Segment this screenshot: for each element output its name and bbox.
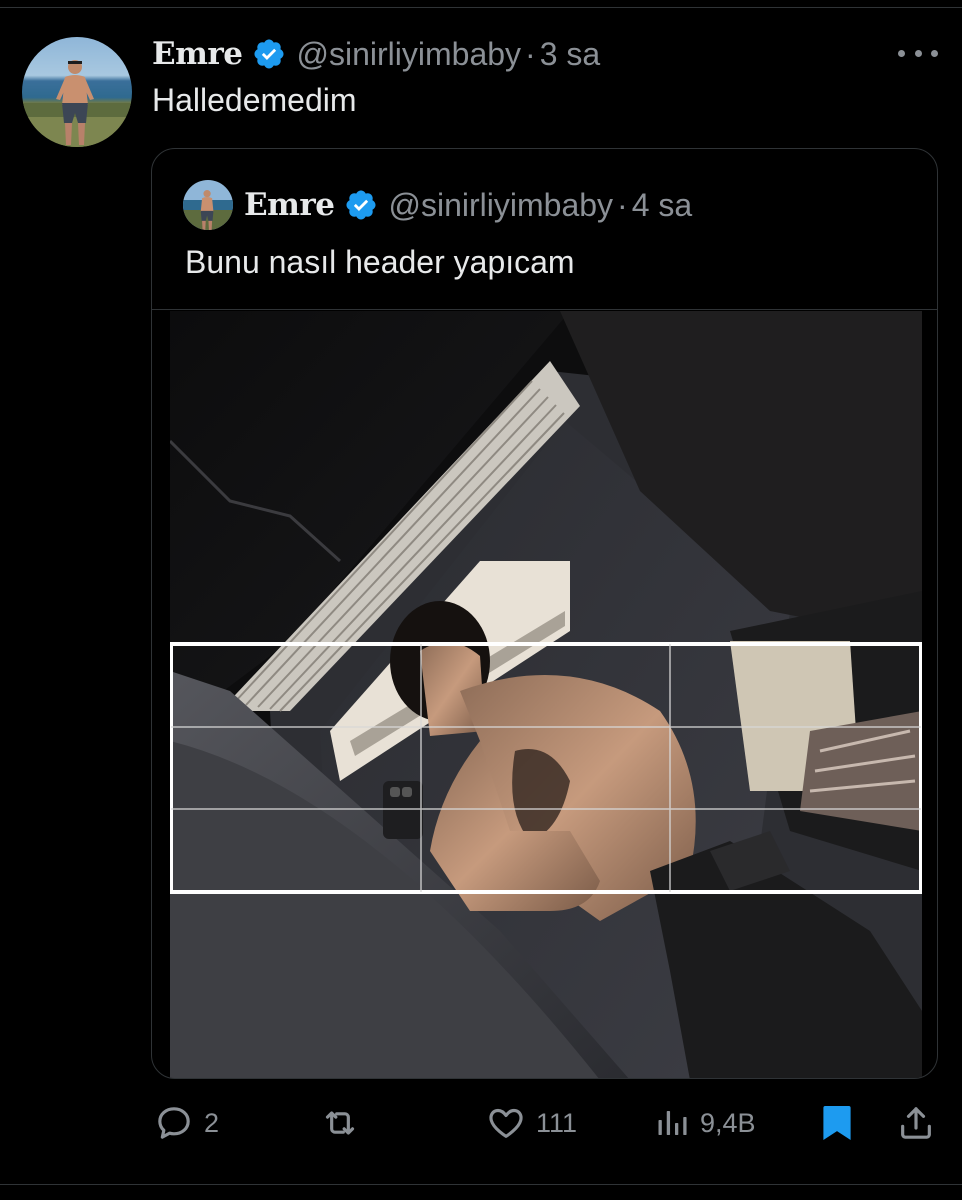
quoted-author-avatar [183,180,233,230]
reply-button[interactable]: 2 [154,1095,219,1151]
retweet-button[interactable] [318,1095,362,1151]
author-handle[interactable]: @sinirliyimbaby [297,36,522,73]
more-icon [898,49,905,57]
like-count: 111 [536,1107,578,1138]
bookmark-icon [823,1106,851,1140]
quoted-tweet-card[interactable]: Emre @sinirliyimbaby · 4 sa Bunu nasıl h… [151,148,938,1079]
separator-dot: · [617,186,628,223]
share-button[interactable] [896,1095,936,1151]
retweet-icon [325,1111,355,1135]
bottom-divider [0,1184,962,1185]
quoted-avatar-photo [183,180,233,230]
like-button[interactable]: 111 [486,1095,577,1151]
more-icon-dot [931,49,938,57]
verified-badge-icon [344,188,378,222]
tweet-timestamp[interactable]: 3 sa [540,36,600,73]
media-divider [152,309,937,310]
quoted-tweet-media[interactable] [170,311,922,1078]
tweet-text: Halledemedim [152,82,357,118]
author-avatar[interactable] [22,37,132,147]
quoted-tweet-text: Bunu nasıl header yapıcam [185,244,575,280]
heart-icon [489,1108,523,1138]
more-options-button[interactable] [898,38,938,68]
verified-badge-icon [252,37,286,71]
tweet-action-bar: 2 111 9,4B [0,1095,962,1151]
tweet-header: Emre @sinirliyimbaby · 3 sa [152,30,600,78]
quoted-tweet-timestamp: 4 sa [631,186,693,223]
author-name[interactable]: Emre [152,36,243,72]
share-icon [901,1107,931,1139]
views-count: 9,4B [700,1107,756,1138]
bookmark-button[interactable] [820,1095,854,1151]
reply-count: 2 [204,1107,220,1138]
quoted-author-name: Emre [244,187,335,223]
more-icon-dot [914,49,922,57]
reply-icon [158,1107,190,1139]
views-button[interactable]: 9,4B [654,1095,756,1151]
views-chart-icon [658,1111,687,1135]
separator-dot: · [525,35,536,72]
media-photo-crop-editor [170,311,922,1078]
quoted-tweet-header: Emre @sinirliyimbaby · 4 sa [244,180,692,230]
top-divider [0,7,962,8]
quoted-author-handle: @sinirliyimbaby [388,186,614,223]
avatar-photo [22,37,132,147]
